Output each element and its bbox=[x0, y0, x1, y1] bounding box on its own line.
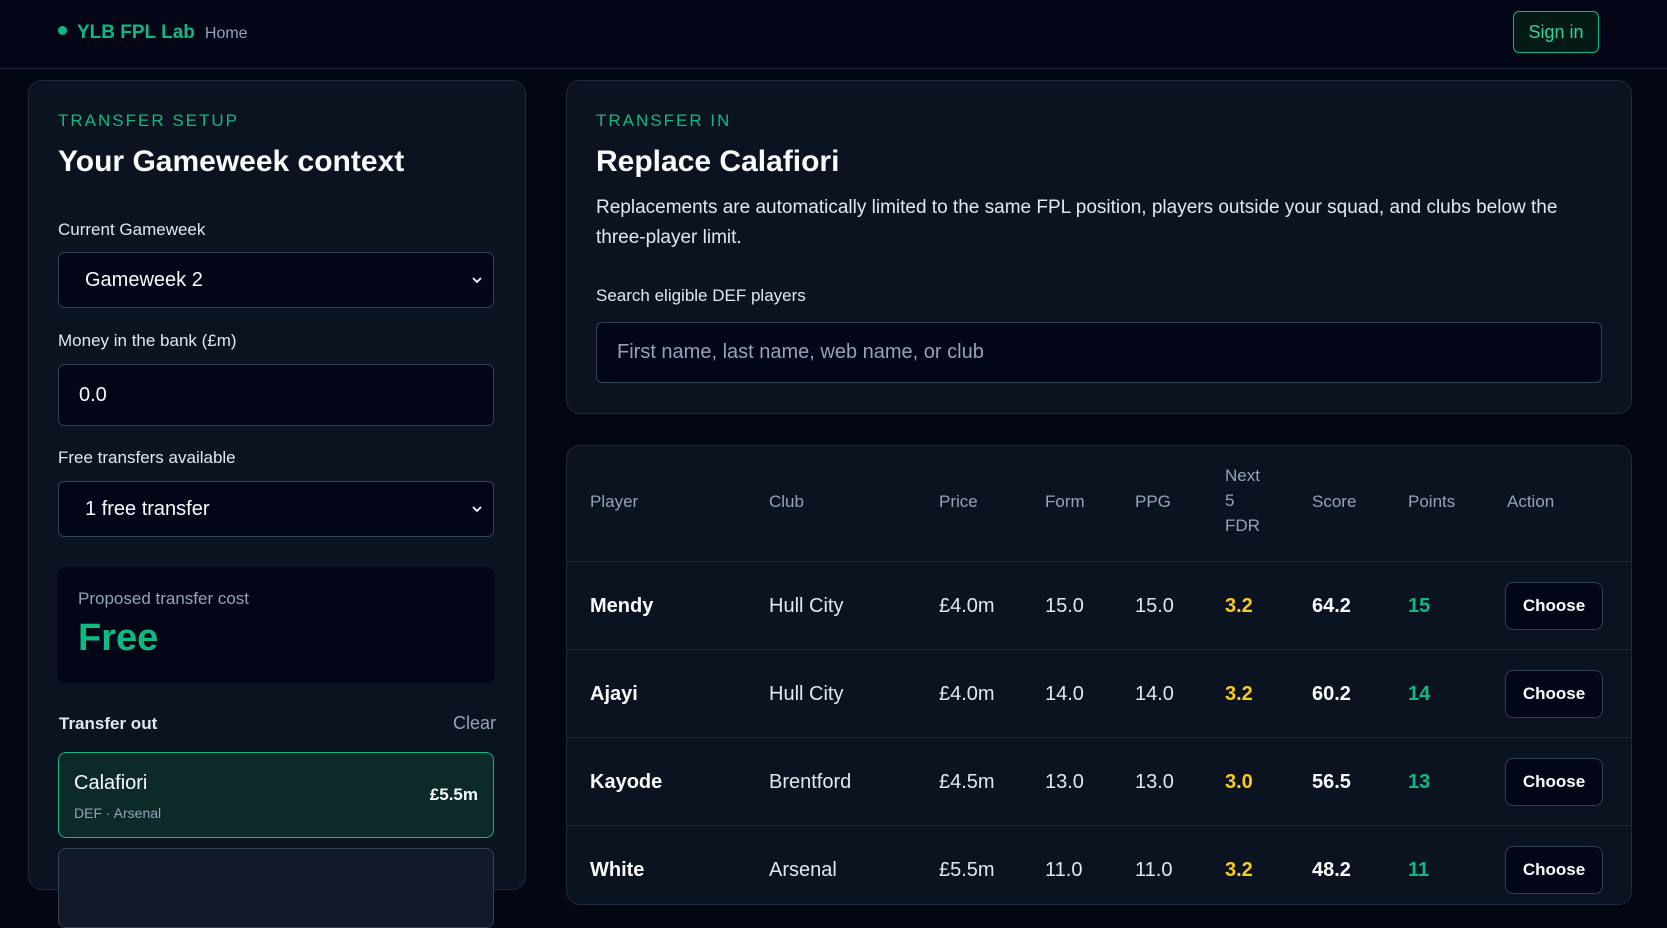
cell-club: Hull City bbox=[769, 594, 844, 617]
table-row: White Arsenal £5.5m 11.0 11.0 3.2 48.2 1… bbox=[567, 825, 1631, 904]
home-link[interactable]: Home bbox=[205, 25, 248, 43]
cell-player: Kayode bbox=[590, 770, 663, 793]
cell-form: 11.0 bbox=[1045, 858, 1083, 881]
cell-ppg: 13.0 bbox=[1135, 770, 1174, 793]
cell-ppg: 11.0 bbox=[1135, 858, 1173, 881]
header-action: Action bbox=[1507, 492, 1555, 511]
cost-value: Free bbox=[78, 617, 159, 659]
free-transfers-select[interactable]: 1 free transfer bbox=[58, 481, 494, 537]
cell-fdr: 3.2 bbox=[1225, 858, 1253, 881]
bank-input[interactable]: 0.0 bbox=[58, 364, 494, 426]
cell-points: 15 bbox=[1408, 594, 1431, 617]
bank-value: 0.0 bbox=[79, 383, 107, 406]
header-club: Club bbox=[769, 492, 804, 511]
transfer-out-title: Transfer out bbox=[59, 714, 158, 733]
cell-fdr: 3.2 bbox=[1225, 594, 1253, 617]
sign-in-button[interactable]: Sign in bbox=[1513, 11, 1599, 53]
header-fdr-line3: FDR bbox=[1225, 516, 1260, 535]
cost-label: Proposed transfer cost bbox=[78, 589, 250, 608]
free-transfers-label: Free transfers available bbox=[58, 448, 236, 467]
free-transfers-value: 1 free transfer bbox=[85, 497, 210, 520]
squad-player-card[interactable] bbox=[58, 848, 494, 928]
cell-fdr: 3.0 bbox=[1225, 770, 1253, 793]
cell-score: 60.2 bbox=[1312, 682, 1351, 705]
cell-player: Ajayi bbox=[590, 682, 638, 705]
players-table: Player Club Price Form PPG Next 5 FDR Sc… bbox=[566, 445, 1632, 905]
header-points: Points bbox=[1408, 492, 1456, 511]
cell-score: 48.2 bbox=[1312, 858, 1351, 881]
search-input[interactable]: First name, last name, web name, or club bbox=[596, 322, 1602, 383]
cell-price: £4.0m bbox=[939, 682, 995, 705]
out-player-price: £5.5m bbox=[429, 785, 478, 804]
brand[interactable]: YLB FPL Lab Home bbox=[58, 22, 248, 44]
cell-player: Mendy bbox=[590, 594, 654, 617]
header-fdr-line2: 5 bbox=[1225, 491, 1235, 510]
cell-form: 15.0 bbox=[1045, 594, 1084, 617]
transfer-setup-panel: TRANSFER SETUP Your Gameweek context Cur… bbox=[28, 80, 526, 928]
gameweek-label: Current Gameweek bbox=[58, 220, 206, 239]
setup-title: Your Gameweek context bbox=[58, 145, 405, 178]
transfer-out-card[interactable]: Calafiori DEF · Arsenal £5.5m bbox=[58, 752, 494, 838]
cell-price: £4.0m bbox=[939, 594, 995, 617]
header-price: Price bbox=[939, 492, 978, 511]
header-player: Player bbox=[590, 492, 639, 511]
cell-ppg: 15.0 bbox=[1135, 594, 1174, 617]
setup-eyebrow: TRANSFER SETUP bbox=[58, 111, 240, 130]
transfer-in-eyebrow: TRANSFER IN bbox=[596, 111, 732, 130]
transfer-cost-box: Proposed transfer cost Free bbox=[58, 567, 494, 683]
transfer-in-description: Replacements are automatically limited t… bbox=[596, 197, 1558, 248]
choose-button[interactable]: Choose bbox=[1505, 670, 1603, 718]
header-fdr: Next 5 FDR bbox=[1225, 463, 1260, 538]
cell-fdr: 3.2 bbox=[1225, 682, 1253, 705]
out-player-meta: DEF · Arsenal bbox=[74, 805, 162, 821]
table-row: Mendy Hull City £4.0m 15.0 15.0 3.2 64.2… bbox=[567, 561, 1631, 649]
header-form: Form bbox=[1045, 492, 1085, 511]
out-player-name: Calafiori bbox=[74, 772, 148, 794]
clear-button[interactable]: Clear bbox=[453, 713, 496, 734]
brand-name[interactable]: YLB FPL Lab bbox=[77, 22, 195, 44]
status-dot-icon bbox=[58, 26, 67, 35]
transfer-in-panel: TRANSFER IN Replace Calafiori Replacemen… bbox=[566, 80, 1632, 414]
search-placeholder: First name, last name, web name, or club bbox=[617, 341, 984, 363]
table-row: Ajayi Hull City £4.0m 14.0 14.0 3.2 60.2… bbox=[567, 649, 1631, 737]
cell-price: £5.5m bbox=[939, 858, 995, 881]
cell-price: £4.5m bbox=[939, 770, 995, 793]
cell-points: 14 bbox=[1408, 682, 1431, 705]
table-row: Kayode Brentford £4.5m 13.0 13.0 3.0 56.… bbox=[567, 737, 1631, 825]
cell-form: 14.0 bbox=[1045, 682, 1084, 705]
cell-ppg: 14.0 bbox=[1135, 682, 1174, 705]
cell-club: Hull City bbox=[769, 682, 844, 705]
choose-button[interactable]: Choose bbox=[1505, 582, 1603, 630]
header-fdr-line1: Next bbox=[1225, 466, 1260, 485]
gameweek-select[interactable]: Gameweek 2 bbox=[58, 252, 494, 308]
cell-points: 11 bbox=[1408, 858, 1430, 881]
chevron-down-icon bbox=[472, 506, 482, 513]
cell-score: 64.2 bbox=[1312, 594, 1351, 617]
cell-player: White bbox=[590, 858, 645, 881]
cell-form: 13.0 bbox=[1045, 770, 1084, 793]
gameweek-value: Gameweek 2 bbox=[85, 268, 203, 291]
header-ppg: PPG bbox=[1135, 492, 1171, 511]
bank-label: Money in the bank (£m) bbox=[58, 331, 237, 350]
cell-club: Arsenal bbox=[769, 858, 837, 881]
header-score: Score bbox=[1312, 492, 1357, 511]
chevron-down-icon bbox=[472, 277, 482, 284]
cell-points: 13 bbox=[1408, 770, 1431, 793]
top-bar: YLB FPL Lab Home Sign in bbox=[0, 0, 1667, 69]
cell-score: 56.5 bbox=[1312, 770, 1351, 793]
choose-button[interactable]: Choose bbox=[1505, 846, 1603, 894]
choose-button[interactable]: Choose bbox=[1505, 758, 1603, 806]
transfer-in-title: Replace Calafiori bbox=[596, 145, 840, 178]
search-label: Search eligible DEF players bbox=[596, 286, 806, 305]
cell-club: Brentford bbox=[769, 770, 852, 793]
